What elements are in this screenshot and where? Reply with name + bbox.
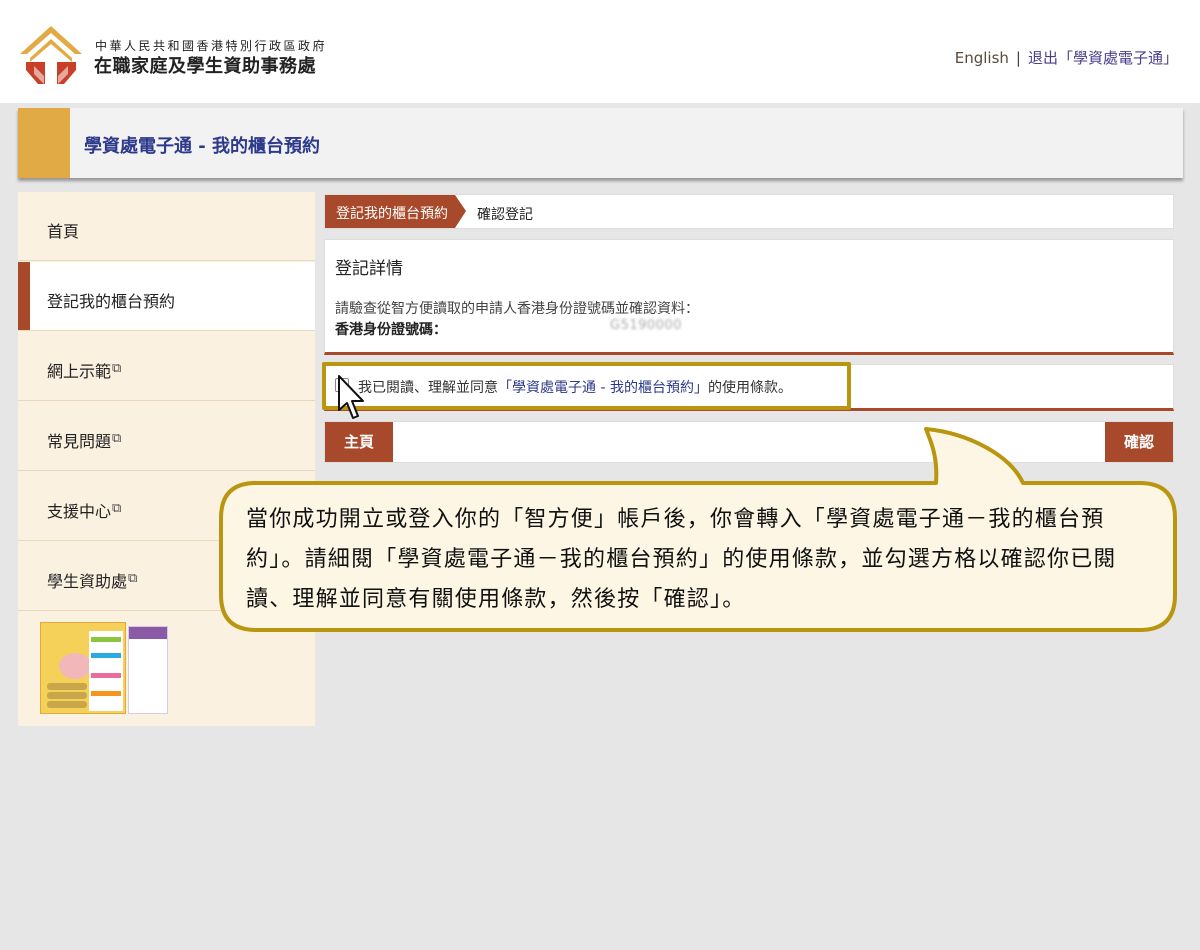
external-link-icon: ⧉: [128, 571, 138, 586]
breadcrumb-arrow-icon: [455, 195, 466, 228]
registration-details: 登記詳情 請驗查從智方便讀取的申請人香港身份證號碼並確認資料： 香港身份證號碼：…: [324, 239, 1174, 355]
sidebar-item-home[interactable]: 首頁: [18, 192, 315, 261]
piggy-bank-icon: [59, 653, 91, 679]
top-links: English | 退出「學資處電子通」: [955, 47, 1178, 68]
link-separator: |: [1015, 49, 1021, 67]
callout-text: 當你成功開立或登入你的「智方便」帳戶後，你會轉入「學資處電子通－我的櫃台預約」。…: [246, 507, 1117, 612]
promo-banner-savings[interactable]: [40, 622, 126, 714]
page-title-bar: 學資處電子通 - 我的櫃台預約: [18, 108, 1183, 178]
sidebar-item-label: 學生資助處: [47, 572, 128, 591]
mouse-pointer-icon: [338, 375, 364, 419]
breadcrumb-step-register: 登記我的櫃台預約: [325, 195, 455, 228]
breadcrumb: 登記我的櫃台預約 確認登記: [324, 194, 1174, 229]
external-link-icon: ⧉: [112, 431, 122, 446]
page-title: 學資處電子通 - 我的櫃台預約: [84, 136, 321, 157]
external-link-icon: ⧉: [112, 361, 122, 376]
details-heading: 登記詳情: [335, 259, 403, 279]
site-header: 中華人民共和國香港特別行政區政府 在職家庭及學生資助事務處 English | 退出…: [0, 0, 1200, 103]
sidebar-item-label: 首頁: [47, 222, 80, 241]
details-instruction: 請驗查從智方便讀取的申請人香港身份證號碼並確認資料：: [335, 301, 699, 317]
org-line2: 在職家庭及學生資助事務處: [94, 56, 316, 77]
sidebar-item-label: 登記我的櫃台預約: [47, 292, 176, 311]
promo-banner-loans[interactable]: [128, 626, 168, 714]
title-accent: [18, 108, 70, 178]
external-link-icon: ⧉: [112, 501, 122, 516]
wfsfaa-logo: [20, 26, 82, 84]
id-label: 香港身份證號碼：: [335, 322, 447, 338]
logout-link[interactable]: 退出「學資處電子通」: [1028, 49, 1178, 67]
breadcrumb-step-confirm: 確認登記: [477, 207, 533, 223]
sidebar-item-label: 網上示範: [47, 362, 112, 381]
sidebar-item-label: 支援中心: [47, 502, 112, 521]
sidebar-item-register[interactable]: 登記我的櫃台預約: [18, 262, 315, 331]
sidebar-item-online-demo[interactable]: 網上示範⧉: [18, 332, 315, 401]
sidebar-item-label: 常見問題: [47, 432, 112, 451]
id-value: G5190000: [610, 318, 682, 333]
english-link[interactable]: English: [955, 49, 1009, 67]
highlight-box: [322, 362, 851, 410]
promo-banners[interactable]: [40, 622, 170, 714]
